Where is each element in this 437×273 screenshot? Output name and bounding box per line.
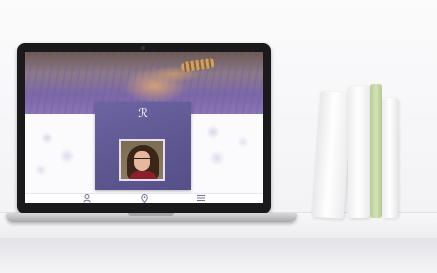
laptop-screen: ℛ [25,52,263,203]
profile-photo [119,139,165,181]
bracelet [180,57,216,73]
tagline [99,122,187,126]
bottom-nav [25,193,263,203]
laptop-lid: ℛ [17,43,271,214]
laptop-base [6,213,297,222]
site-name [99,128,187,133]
photo-shirt [129,171,157,179]
logo-icon[interactable]: ℛ [135,106,151,120]
book-green [370,84,382,218]
laptop-notch [128,213,174,216]
book-white-2 [348,86,370,218]
person-icon[interactable] [81,194,93,203]
lavender-decoration-right [193,118,259,188]
profile-card: ℛ [95,102,191,190]
book-white-3 [382,98,398,218]
location-pin-icon[interactable] [138,194,150,203]
photo-glasses [134,158,150,163]
list-icon[interactable] [195,194,207,203]
lavender-decoration-left [27,118,89,188]
camera-icon [141,46,145,50]
scene: ℛ [0,0,437,273]
shelf-front [0,238,437,273]
